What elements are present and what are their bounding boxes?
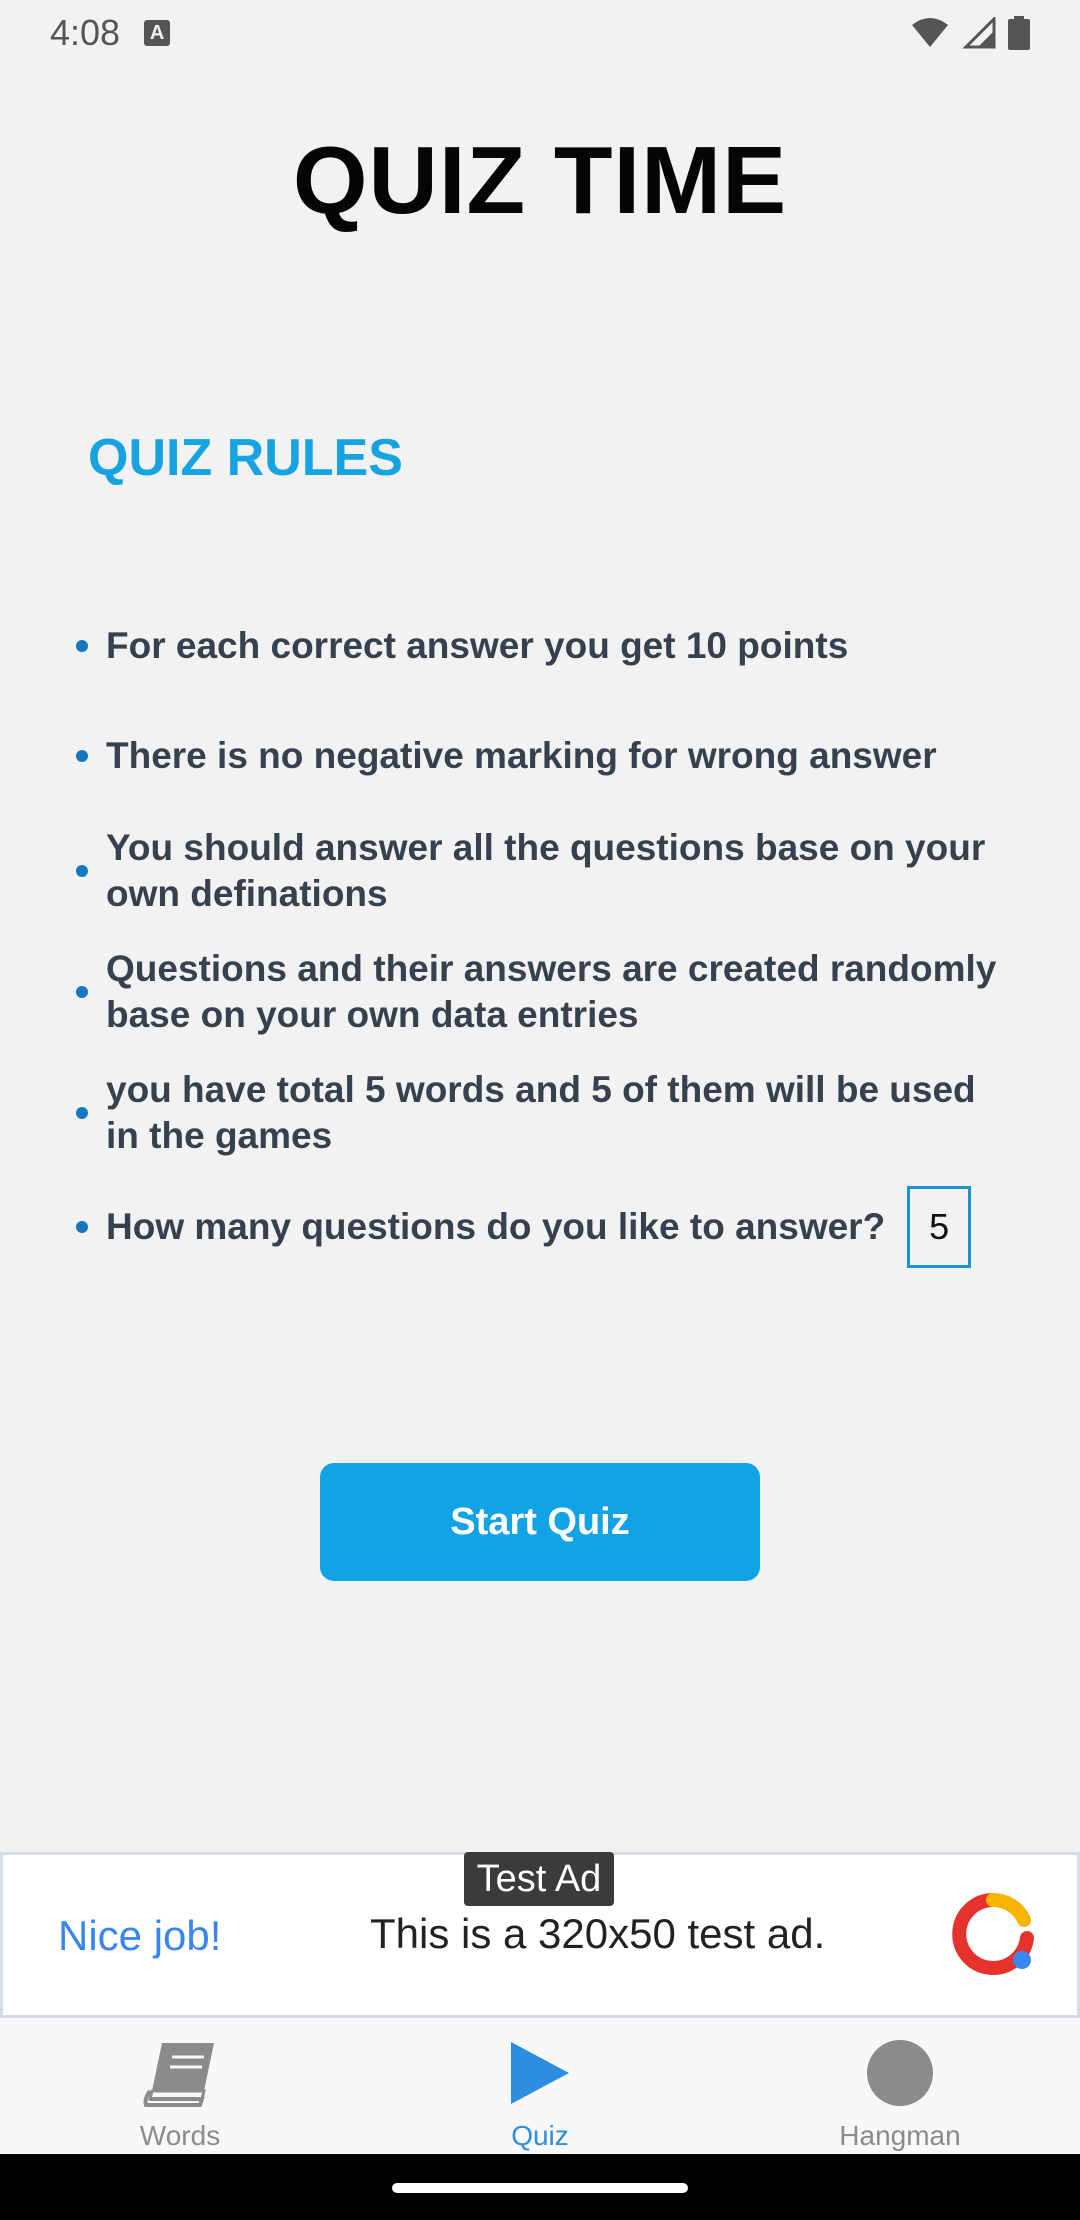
nav-label: Words	[139, 2120, 221, 2151]
nav-label: Hangman	[839, 2120, 961, 2151]
bullet-icon	[76, 750, 88, 762]
ad-body[interactable]: This is a 320x50 test ad.	[370, 1910, 825, 1958]
rules-heading: QUIZ RULES	[88, 429, 403, 487]
question-count-input[interactable]: 5	[907, 1186, 972, 1268]
rule-item: Questions and their answers are created …	[76, 946, 1016, 1038]
home-gesture-pill[interactable]	[392, 2183, 688, 2193]
bullet-icon	[76, 640, 88, 652]
rule-item: There is no negative marking for wrong a…	[76, 733, 1016, 779]
book-icon	[140, 2038, 220, 2108]
circle-icon	[860, 2038, 940, 2108]
nav-item-hangman[interactable]: Hangman	[720, 2018, 1080, 2154]
rule-text: you have total 5 words and 5 of them wil…	[106, 1069, 976, 1156]
wifi-icon	[912, 18, 948, 47]
rule-item: How many questions do you like to answer…	[76, 1186, 1016, 1268]
bullet-icon	[76, 1221, 88, 1233]
status-left: 4:08 A	[50, 12, 171, 54]
ad-tag: Test Ad	[464, 1852, 614, 1906]
rule-item: For each correct answer you get 10 point…	[76, 623, 1016, 669]
signal-icon	[962, 17, 996, 49]
status-right	[910, 16, 1030, 50]
rule-text: You should answer all the questions base…	[106, 827, 986, 914]
rule-text: For each correct answer you get 10 point…	[106, 625, 849, 666]
start-quiz-button[interactable]: Start Quiz	[320, 1463, 760, 1581]
nav-item-quiz[interactable]: Quiz	[360, 2018, 720, 2154]
rule-text: Questions and their answers are created …	[106, 948, 997, 1035]
rule-item: you have total 5 words and 5 of them wil…	[76, 1067, 1016, 1159]
bullet-icon	[76, 865, 88, 877]
rule-text: There is no negative marking for wrong a…	[106, 735, 937, 776]
page-title: QUIZ TIME	[292, 127, 788, 234]
rule-text: How many questions do you like to answer…	[106, 1206, 886, 1247]
play-icon	[500, 2038, 580, 2108]
nav-label: Quiz	[511, 2120, 569, 2151]
status-bar: 4:08 A	[0, 0, 1080, 66]
ad-headline[interactable]: Nice job!	[58, 1912, 221, 1960]
notification-a-icon: A	[144, 20, 171, 46]
bullet-icon	[76, 986, 88, 998]
bullet-icon	[76, 1107, 88, 1119]
status-time: 4:08	[50, 12, 121, 53]
ad-logo-icon	[952, 1893, 1034, 1975]
rule-item: You should answer all the questions base…	[76, 825, 1016, 917]
battery-icon	[1008, 16, 1030, 50]
nav-item-words[interactable]: Words	[0, 2018, 360, 2154]
bottom-nav: Words Quiz Hangman	[0, 2018, 1080, 2154]
